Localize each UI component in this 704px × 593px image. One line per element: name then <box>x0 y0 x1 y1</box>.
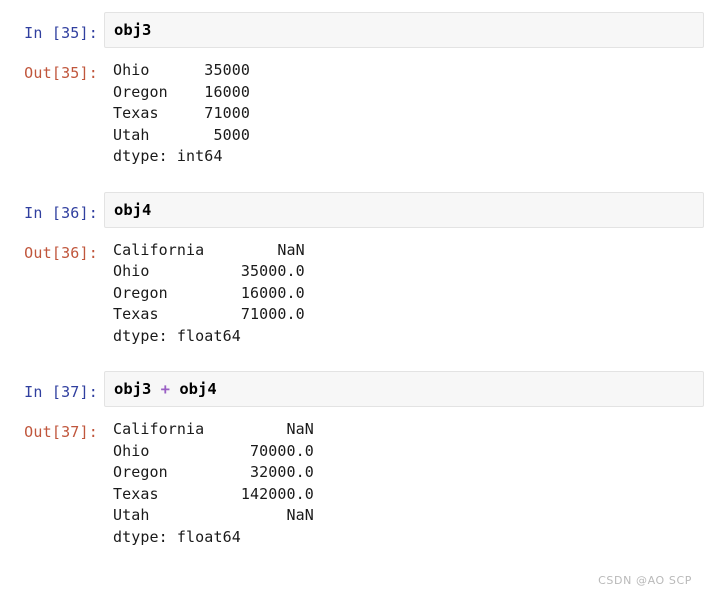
cell-spacer <box>0 168 704 192</box>
output-text: California NaN Ohio 35000.0 Oregon 16000… <box>113 240 305 345</box>
cell-input-row: In [37]: obj3 + obj4 <box>0 371 704 407</box>
output-area: Ohio 35000 Oregon 16000 Texas 71000 Utah… <box>104 60 704 168</box>
top-spacer <box>0 0 704 12</box>
code-text-operator: + <box>160 380 171 398</box>
notebook-container: In [35]: obj3 Out[35]: Ohio 35000 Oregon… <box>0 0 704 593</box>
output-prompt-label: Out[36]: <box>24 243 98 262</box>
notebook-cell: In [37]: obj3 + obj4 Out[37]: California… <box>0 371 704 548</box>
code-text: obj4 <box>114 200 152 219</box>
output-area: California NaN Ohio 70000.0 Oregon 32000… <box>104 419 704 548</box>
cell-inner-spacer <box>0 228 704 240</box>
cell-output-row: Out[37]: California NaN Ohio 70000.0 Ore… <box>0 419 704 548</box>
input-prompt-label: In [35]: <box>24 24 98 42</box>
notebook-cell: In [35]: obj3 Out[35]: Ohio 35000 Oregon… <box>0 12 704 168</box>
notebook-cell: In [36]: obj4 Out[36]: California NaN Oh… <box>0 191 704 348</box>
output-text: Ohio 35000 Oregon 16000 Texas 71000 Utah… <box>113 61 250 165</box>
code-text-operand-right: obj4 <box>170 380 217 398</box>
cell-inner-spacer <box>0 48 704 60</box>
cell-output-row: Out[36]: California NaN Ohio 35000.0 Ore… <box>0 240 704 348</box>
code-input-box[interactable]: obj3 + obj4 <box>104 371 704 407</box>
output-area: California NaN Ohio 35000.0 Oregon 16000… <box>104 240 704 348</box>
cell-output-row: Out[35]: Ohio 35000 Oregon 16000 Texas 7… <box>0 60 704 168</box>
code-input-box[interactable]: obj3 <box>104 12 704 48</box>
input-prompt-label: In [37]: <box>24 383 98 401</box>
code-text: obj3 <box>114 21 152 39</box>
cell-input-row: In [35]: obj3 <box>0 12 704 48</box>
output-prompt-label: Out[37]: <box>24 423 98 441</box>
cell-spacer <box>0 347 704 371</box>
output-text: California NaN Ohio 70000.0 Oregon 32000… <box>113 420 314 546</box>
output-prompt-label: Out[35]: <box>24 64 98 82</box>
code-input-box[interactable]: obj4 <box>104 191 704 228</box>
code-text-operand-left: obj3 <box>114 380 161 398</box>
cell-input-row: In [36]: obj4 <box>0 191 704 228</box>
cell-inner-spacer <box>0 407 704 419</box>
watermark-text: CSDN @AO SCP <box>598 574 692 587</box>
input-prompt-label: In [36]: <box>24 203 98 222</box>
